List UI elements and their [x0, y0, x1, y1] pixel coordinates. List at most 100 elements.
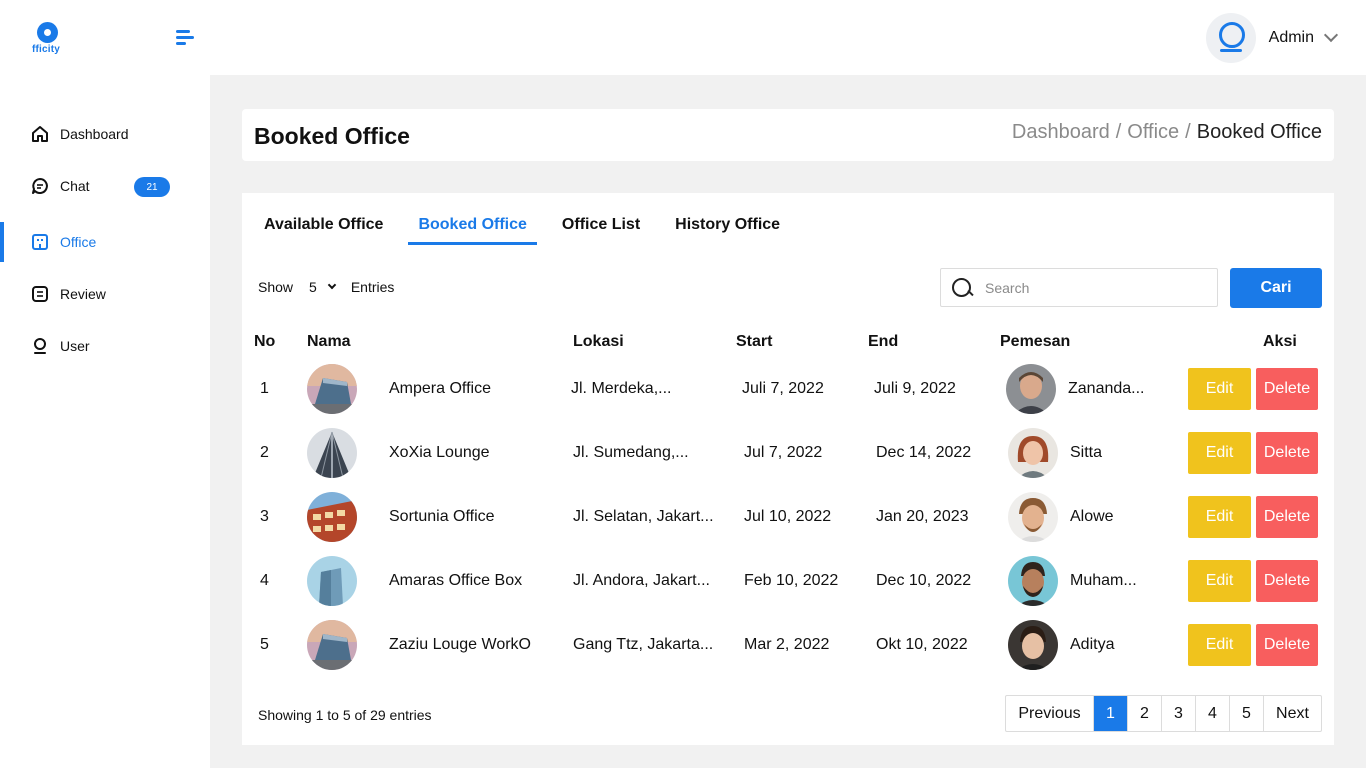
- sidebar-item-label: Office: [60, 234, 97, 250]
- customer-avatar: [1008, 620, 1058, 670]
- customer-name: Alowe: [1070, 508, 1114, 525]
- edit-button[interactable]: Edit: [1188, 368, 1251, 410]
- office-name: Sortunia Office: [389, 508, 495, 525]
- table-row: 1 Ampera Office Jl. Merdeka,... Juli 7, …: [242, 357, 1334, 421]
- customer-avatar: [1006, 364, 1056, 414]
- user-menu[interactable]: Admin: [1205, 12, 1339, 64]
- sidebar-item-office[interactable]: Office: [0, 222, 210, 262]
- customer-name: Zananda...: [1068, 380, 1145, 397]
- table-row: 3 Sortunia Office Jl. Selatan, Jakart...…: [242, 485, 1334, 549]
- search-button[interactable]: Cari: [1230, 268, 1322, 308]
- office-name: Ampera Office: [389, 380, 491, 397]
- delete-button[interactable]: Delete: [1256, 560, 1318, 602]
- tab-booked-office[interactable]: Booked Office: [408, 213, 538, 245]
- chat-count-badge: 21: [134, 177, 170, 197]
- column-header-lokasi: Lokasi: [573, 333, 624, 350]
- office-name: XoXia Lounge: [389, 444, 490, 461]
- sidebar-item-chat[interactable]: Chat 21: [0, 166, 210, 206]
- customer-avatar: [1008, 492, 1058, 542]
- customer-name: Sitta: [1070, 444, 1103, 461]
- sidebar-item-label: Chat: [60, 178, 90, 194]
- office-name: Amaras Office Box: [389, 572, 523, 589]
- pagination-page-1[interactable]: 1: [1094, 696, 1128, 731]
- chevron-down-icon: [1323, 27, 1339, 43]
- office-photo: [307, 620, 357, 670]
- entries-select[interactable]: 5: [309, 279, 337, 295]
- main-content: Booked Office Dashboard / Office / Booke…: [210, 75, 1366, 768]
- sidebar: Dashboard Chat 21 Office Review User: [0, 75, 210, 768]
- breadcrumb-office[interactable]: Office: [1127, 121, 1179, 144]
- delete-button[interactable]: Delete: [1256, 368, 1318, 410]
- show-label: Show: [258, 279, 294, 295]
- brand-logo[interactable]: fficity: [30, 20, 66, 56]
- edit-button[interactable]: Edit: [1188, 496, 1251, 538]
- sidebar-item-label: Review: [60, 286, 106, 302]
- pagination-previous[interactable]: Previous: [1006, 696, 1094, 731]
- edit-button[interactable]: Edit: [1188, 624, 1251, 666]
- top-bar: fficity Admin: [0, 0, 1366, 75]
- brand-name: fficity: [32, 44, 61, 55]
- office-name: Zaziu Louge WorkO: [389, 636, 531, 653]
- office-photo: [307, 556, 357, 606]
- tab-office-list[interactable]: Office List: [552, 213, 650, 245]
- row-number: 3: [260, 508, 269, 525]
- start-date: Mar 2, 2022: [744, 636, 830, 653]
- delete-button[interactable]: Delete: [1256, 624, 1318, 666]
- tab-bar: Available Office Booked Office Office Li…: [254, 213, 805, 245]
- column-header-aksi: Aksi: [1263, 333, 1297, 350]
- breadcrumb-current: Booked Office: [1196, 121, 1322, 143]
- chevron-down-icon: [327, 280, 337, 290]
- pagination-page-5[interactable]: 5: [1230, 696, 1264, 731]
- customer-name: Muham...: [1070, 572, 1137, 589]
- office-location: Gang Ttz, Jakarta...: [573, 636, 714, 653]
- tab-history-office[interactable]: History Office: [665, 213, 790, 245]
- delete-button[interactable]: Delete: [1256, 432, 1318, 474]
- pagination-page-3[interactable]: 3: [1162, 696, 1196, 731]
- entries-label: Entries: [350, 279, 395, 295]
- user-icon: [31, 337, 49, 355]
- pagination-page-2[interactable]: 2: [1128, 696, 1162, 731]
- breadcrumb: Dashboard / Office / Booked Office: [1012, 121, 1322, 144]
- start-date: Feb 10, 2022: [744, 572, 839, 589]
- row-number: 5: [260, 636, 269, 653]
- search-field: [940, 268, 1218, 307]
- delete-button[interactable]: Delete: [1256, 496, 1318, 538]
- edit-button[interactable]: Edit: [1188, 432, 1251, 474]
- pagination: Previous 1 2 3 4 5 Next: [1005, 695, 1322, 732]
- page-title: Booked Office: [254, 123, 410, 149]
- table-row: 2 XoXia Lounge Jl. Sumedang,... Jul 7, 2…: [242, 421, 1334, 485]
- breadcrumb-dashboard[interactable]: Dashboard: [1012, 121, 1110, 144]
- pagination-next[interactable]: Next: [1264, 696, 1321, 731]
- table-row: 4 Amaras Office Box Jl. Andora, Jakart..…: [242, 549, 1334, 613]
- sidebar-item-dashboard[interactable]: Dashboard: [0, 114, 210, 154]
- customer-name: Aditya: [1070, 636, 1115, 653]
- start-date: Juli 7, 2022: [742, 380, 824, 397]
- column-header-no: No: [254, 333, 276, 350]
- column-header-end: End: [868, 333, 899, 350]
- column-header-pemesan: Pemesan: [1000, 333, 1071, 350]
- office-icon: [31, 233, 49, 251]
- sidebar-item-review[interactable]: Review: [0, 274, 210, 314]
- entries-value: 5: [309, 279, 317, 295]
- end-date: Juli 9, 2022: [874, 380, 956, 397]
- end-date: Dec 10, 2022: [876, 572, 972, 589]
- tab-available-office[interactable]: Available Office: [254, 213, 393, 245]
- breadcrumb-separator: /: [1185, 121, 1191, 143]
- table-card: Available Office Booked Office Office Li…: [242, 193, 1334, 745]
- home-icon: [31, 125, 49, 143]
- sidebar-item-label: User: [60, 338, 90, 354]
- search-input[interactable]: [985, 279, 1205, 296]
- edit-button[interactable]: Edit: [1188, 560, 1251, 602]
- page-header-card: Booked Office Dashboard / Office / Booke…: [242, 109, 1334, 161]
- user-name: Admin: [1268, 29, 1314, 46]
- end-date: Dec 14, 2022: [876, 444, 972, 461]
- start-date: Jul 10, 2022: [744, 508, 832, 525]
- office-location: Jl. Merdeka,...: [571, 380, 672, 397]
- row-number: 2: [260, 444, 269, 461]
- customer-avatar: [1008, 556, 1058, 606]
- sidebar-item-user[interactable]: User: [0, 326, 210, 366]
- office-location: Jl. Sumedang,...: [573, 444, 689, 461]
- chat-icon: [31, 177, 49, 195]
- menu-lines-icon[interactable]: [176, 28, 194, 46]
- pagination-page-4[interactable]: 4: [1196, 696, 1230, 731]
